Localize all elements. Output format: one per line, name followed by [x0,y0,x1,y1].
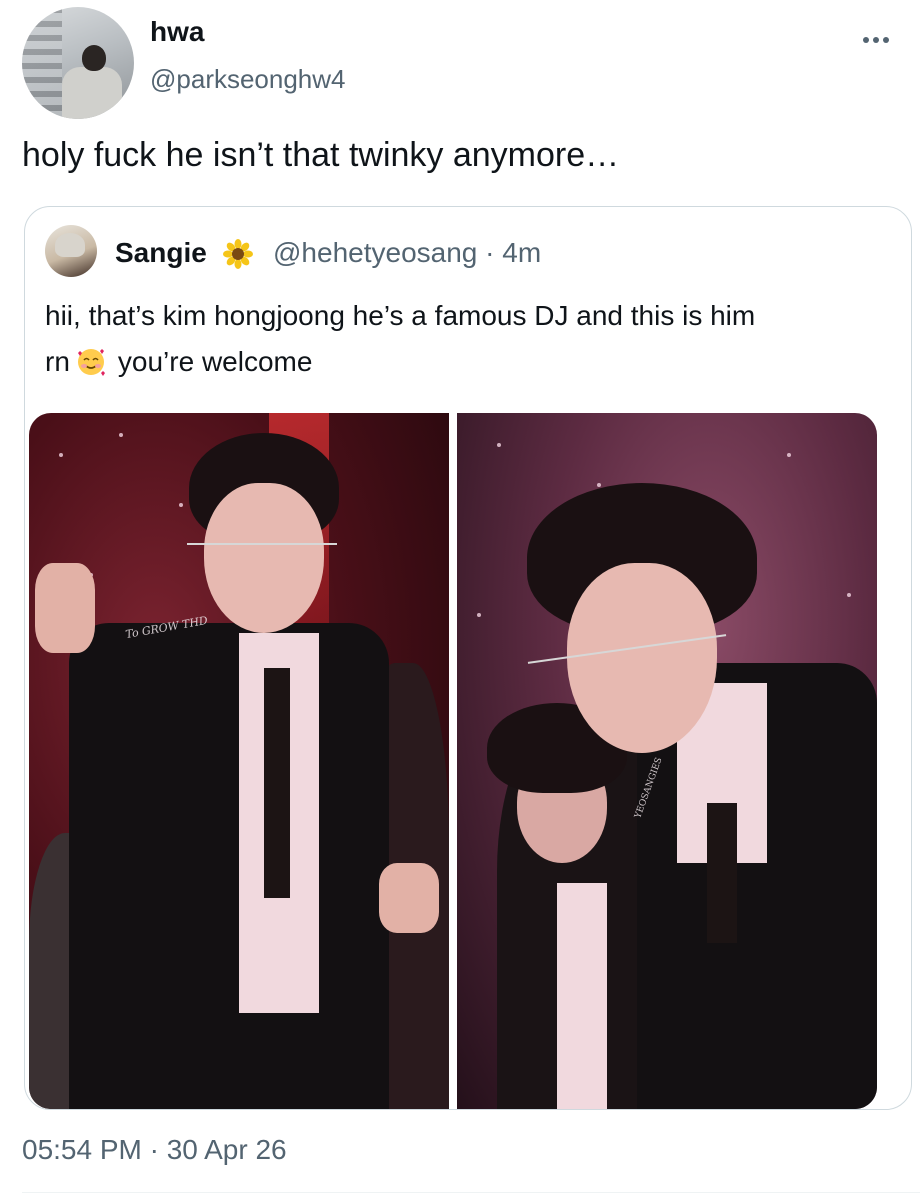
avatar-figure-torso [62,67,122,119]
author-display-name[interactable]: hwa [150,16,204,48]
quoted-author-display-name[interactable]: Sangie [115,237,207,269]
meta-separator: · [477,237,503,268]
tweet-timestamp[interactable]: 05:54 PM · 30 Apr 26 [22,1134,287,1166]
tweet-text: holy fuck he isn’t that twinky anymore… [22,136,620,174]
quoted-author-meta: @hehetyeosang · 4m [273,237,541,269]
more-horizontal-icon [863,37,869,43]
photo-performer-leaning[interactable]: YEOSANGIES [457,413,877,1109]
quoted-author-handle[interactable]: @hehetyeosang [273,237,477,268]
author-handle[interactable]: @parkseonghw4 [150,64,346,95]
avatar-figure-head [82,45,106,71]
divider [22,1192,920,1193]
quoted-tweet-card[interactable]: Sangie @hehetyeosang · 4m hii, that’s ki… [24,206,912,1110]
photo-performer-pointing[interactable]: To GROW THD [29,413,449,1109]
quoted-tweet-text: hii, that’s kim hongjoong he’s a famous … [45,293,885,385]
quoted-time[interactable]: 4m [502,237,541,268]
sunflower-icon [223,239,253,269]
more-options-button[interactable] [860,30,892,50]
quoted-text-line1: hii, that’s kim hongjoong he’s a famous … [45,300,756,331]
avatar-background [22,7,62,119]
quoted-author-avatar[interactable] [45,225,97,277]
author-avatar[interactable] [22,7,134,119]
quoted-text-line2-start: rn [45,346,70,377]
quoted-text-line2-end: you’re welcome [117,346,313,377]
smiling-face-with-hearts-icon [77,349,105,376]
